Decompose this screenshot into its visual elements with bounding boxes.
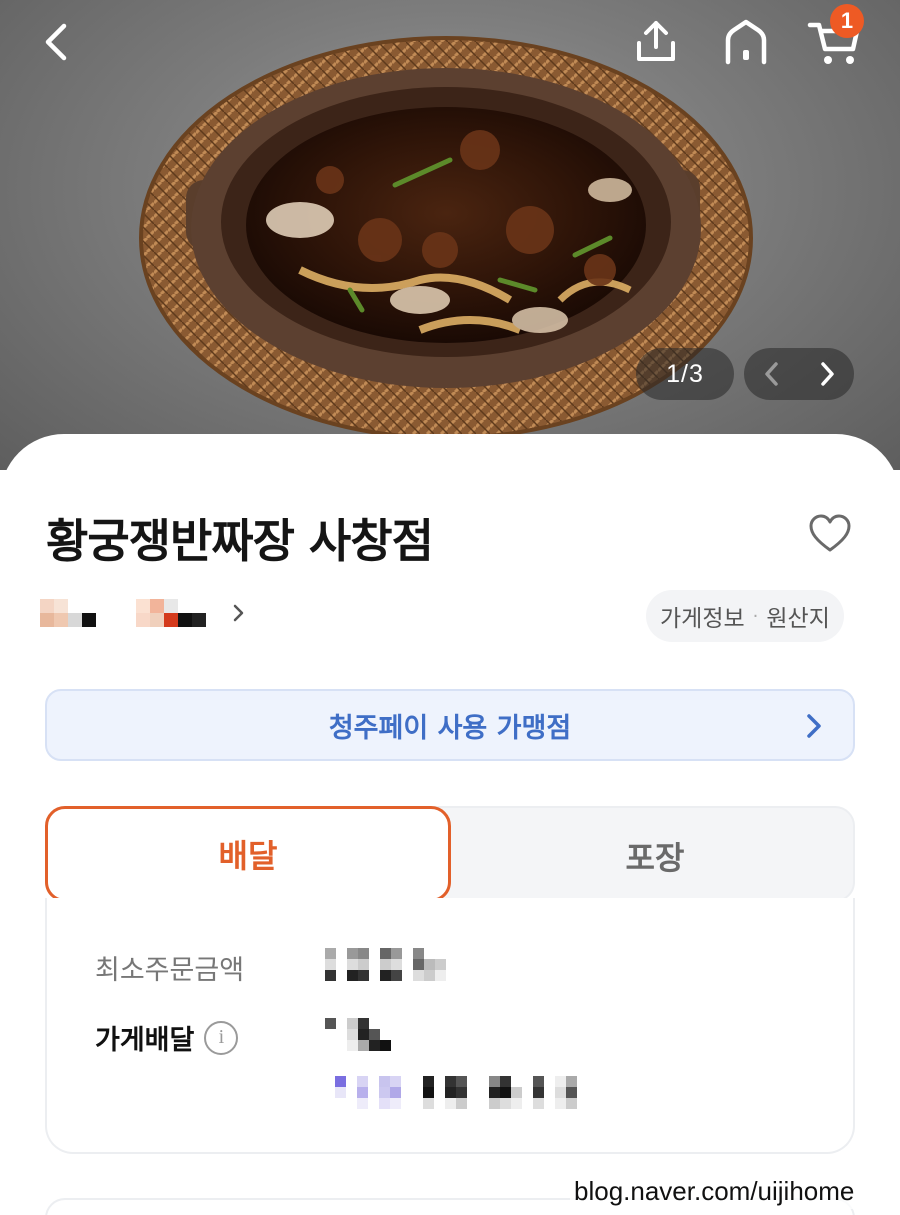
delivery-type-text: 가게배달 [95, 1025, 195, 1056]
rating-review-link[interactable] [40, 596, 246, 630]
chevron-right-icon [807, 714, 821, 738]
review-count-pixelated [136, 599, 206, 627]
cart-count-badge: 1 [830, 4, 864, 38]
prev-image-icon[interactable] [761, 360, 783, 388]
delivery-time-value-pixelated [335, 1076, 599, 1109]
back-button[interactable] [28, 14, 84, 70]
tab-delivery[interactable]: 배달 [45, 806, 451, 902]
home-icon [725, 19, 767, 65]
order-type-tabs: 포장 배달 [45, 806, 855, 902]
chevron-right-icon [233, 604, 244, 622]
image-pager-count: 1 / 3 [636, 348, 734, 400]
store-info-origin-button[interactable]: 가게정보 · 원산지 [646, 590, 844, 642]
hero-image: 1 1 / 3 [0, 0, 900, 470]
home-button[interactable] [718, 14, 774, 70]
image-pager-arrows [744, 348, 854, 400]
pay-banner-label: 청주페이 사용 가맹점 [328, 712, 572, 744]
cart-button[interactable]: 1 [806, 4, 864, 70]
next-image-icon[interactable] [816, 360, 838, 388]
separator-dot: · [752, 605, 759, 627]
pager-total: 3 [688, 359, 704, 388]
blog-watermark: blog.naver.com/uijihome [570, 1174, 859, 1209]
delivery-type-label: 가게배달 i [95, 1018, 239, 1057]
delivery-fee-value-pixelated [325, 1018, 402, 1051]
rating-pixelated [40, 599, 110, 627]
pager-current: 1 [666, 359, 682, 388]
min-order-value-pixelated [325, 948, 446, 981]
delivery-detail-card: 최소주문금액 가게배달 i [45, 898, 855, 1154]
store-info-link: 가게정보 [660, 606, 745, 632]
origin-link: 원산지 [766, 606, 830, 632]
info-icon[interactable]: i [204, 1020, 239, 1055]
store-name: 황궁쟁반짜장 사창점 [46, 514, 434, 568]
favorite-heart-icon[interactable] [808, 512, 852, 556]
tab-takeout[interactable]: 포장 [453, 808, 857, 904]
cheongju-pay-banner[interactable]: 청주페이 사용 가맹점 [45, 689, 855, 761]
min-order-label: 최소주문금액 [95, 955, 245, 986]
chevron-left-icon [45, 23, 67, 61]
share-button[interactable] [628, 14, 684, 70]
pager-separator: / [681, 359, 689, 388]
share-icon [637, 21, 675, 61]
